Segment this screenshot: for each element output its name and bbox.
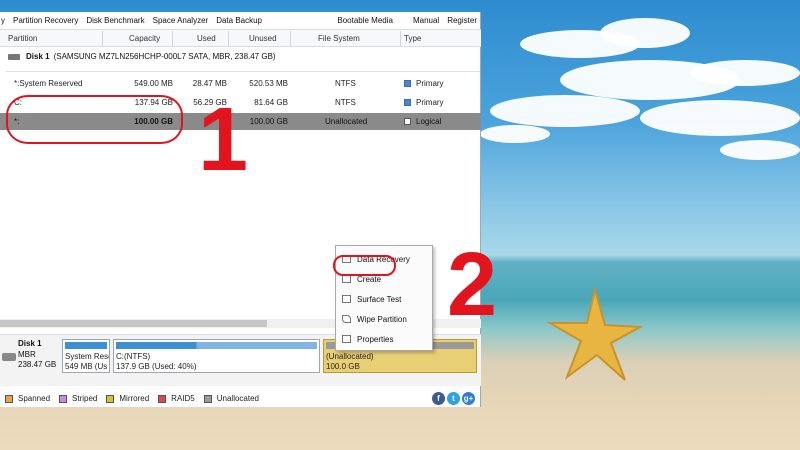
menu-item-disk-benchmark[interactable]: Disk Benchmark [82, 16, 148, 25]
annotation-step-2: 2 [447, 235, 498, 335]
partition-type: Logical [416, 117, 442, 126]
social-links: f t g+ [430, 392, 475, 405]
legend-striped: Striped [59, 394, 97, 403]
bar [116, 342, 317, 349]
menu-item-data-backup[interactable]: Data Backup [212, 16, 266, 25]
legend-swatch [59, 394, 68, 403]
google-plus-icon[interactable]: g+ [462, 392, 475, 405]
column-header-file-system[interactable]: File System [318, 34, 360, 43]
annotation-step-1: 1 [198, 90, 249, 190]
disk-details: (SAMSUNG MZ7LN256HCHP-000L7 SATA, MBR, 2… [53, 52, 276, 61]
cloud [600, 18, 690, 48]
legend-swatch [158, 394, 167, 403]
menu-item-space-analyzer[interactable]: Space Analyzer [149, 16, 213, 25]
legend-spanned: Spanned [5, 394, 50, 403]
column-header-unused[interactable]: Unused [249, 34, 277, 43]
legend-swatch [5, 394, 13, 403]
disk-1-row[interactable]: Disk 1 (SAMSUNG MZ7LN256HCHP-000L7 SATA,… [8, 52, 276, 61]
column-header-partition[interactable]: Partition [8, 34, 37, 43]
menu-label: Properties [357, 334, 394, 344]
segment-size: 137.9 GB (Used: 40%) [116, 362, 197, 371]
column-header-capacity[interactable]: Capacity [129, 34, 160, 43]
segment-label: (Unallocated) [326, 352, 374, 361]
menu-item-wipe-partition[interactable]: Wipe Partition [336, 309, 432, 329]
disk-label: Disk 1 [26, 52, 50, 61]
menu-label: Surface Test [357, 294, 402, 304]
menu-item-partition-recovery[interactable]: Partition Recovery [9, 16, 82, 25]
legend-bar: Spanned Striped Mirrored RAID5 Unallocat… [0, 390, 481, 407]
partition-fs: NTFS [335, 98, 356, 107]
hard-disk-icon [2, 353, 16, 361]
annotation-circle-partition [6, 95, 183, 144]
column-header-type[interactable]: Type [404, 34, 421, 43]
partition-unused: 520.53 MB [249, 79, 288, 88]
menu-item-manual[interactable]: Manual [409, 16, 443, 25]
annotation-circle-create [333, 255, 396, 276]
surface-test-icon [342, 295, 351, 303]
cloud [720, 140, 800, 160]
disk-map-info[interactable]: Disk 1 MBR 238.47 GB [2, 339, 58, 381]
disk-map-name: Disk 1 [18, 339, 42, 348]
primary-type-icon [404, 99, 411, 106]
legend-label: Spanned [18, 394, 51, 403]
menu-item-bootable-media[interactable]: Bootable Media [333, 16, 397, 25]
partition-table-header: Partition Capacity Used Unused File Syst… [0, 29, 481, 47]
properties-icon [342, 335, 351, 343]
create-partition-icon [342, 275, 351, 283]
partition-fs: Unallocated [325, 117, 368, 126]
legend-unallocated: Unallocated [203, 394, 259, 403]
disk-segment-system-reserved[interactable]: System Rese 549 MB (Us [62, 339, 110, 373]
partition-fs: NTFS [335, 79, 356, 88]
menu-item-properties[interactable]: Properties [336, 329, 432, 349]
disk-segment-c[interactable]: C:(NTFS) 137.9 GB (Used: 40%) [113, 339, 320, 373]
legend-swatch [203, 394, 212, 403]
divider [6, 71, 480, 72]
segment-size: 100.0 GB [326, 362, 360, 371]
partition-capacity: 549.00 MB [134, 79, 173, 88]
disk-map-style: MBR [18, 350, 36, 359]
partition-name: *:System Reserved [14, 79, 83, 88]
twitter-icon[interactable]: t [447, 392, 460, 405]
partition-unused: 81.64 GB [254, 98, 288, 107]
segment-label: System Rese [65, 352, 110, 361]
cloud [490, 95, 640, 127]
legend-label: RAID5 [171, 394, 195, 403]
segment-size: 549 MB (Us [65, 362, 108, 371]
menu-item-surface-test[interactable]: Surface Test [336, 289, 432, 309]
starfish-image [546, 286, 644, 381]
segment-label: C:(NTFS) [116, 352, 151, 361]
bar [65, 342, 107, 349]
cloud [690, 60, 800, 86]
legend-label: Striped [72, 394, 98, 403]
legend-label: Mirrored [119, 394, 150, 403]
scrollbar-thumb[interactable] [0, 320, 267, 327]
legend-mirrored: Mirrored [106, 394, 149, 403]
column-header-used[interactable]: Used [197, 34, 216, 43]
disk-map-size: 238.47 GB [18, 360, 57, 369]
primary-type-icon [404, 80, 411, 87]
menu-bar: y Partition Recovery Disk Benchmark Spac… [0, 12, 480, 29]
partition-used: 28.47 MB [192, 79, 227, 88]
legend-raid5: RAID5 [158, 394, 195, 403]
menu-label: Wipe Partition [357, 314, 407, 324]
cloud [640, 100, 800, 136]
partition-manager-window: y Partition Recovery Disk Benchmark Spac… [0, 12, 481, 407]
wipe-partition-icon [342, 315, 351, 323]
menu-item-register[interactable]: Register [443, 16, 480, 25]
logical-type-icon [404, 118, 411, 125]
partition-type: Primary [416, 98, 444, 107]
partition-type: Primary [416, 79, 444, 88]
legend-swatch [106, 394, 115, 403]
partition-unused: 100.00 GB [249, 117, 288, 126]
menu-item-truncated[interactable]: y [0, 16, 9, 25]
cloud [480, 125, 550, 143]
hard-disk-icon [8, 53, 20, 60]
facebook-icon[interactable]: f [432, 392, 445, 405]
legend-label: Unallocated [216, 394, 259, 403]
